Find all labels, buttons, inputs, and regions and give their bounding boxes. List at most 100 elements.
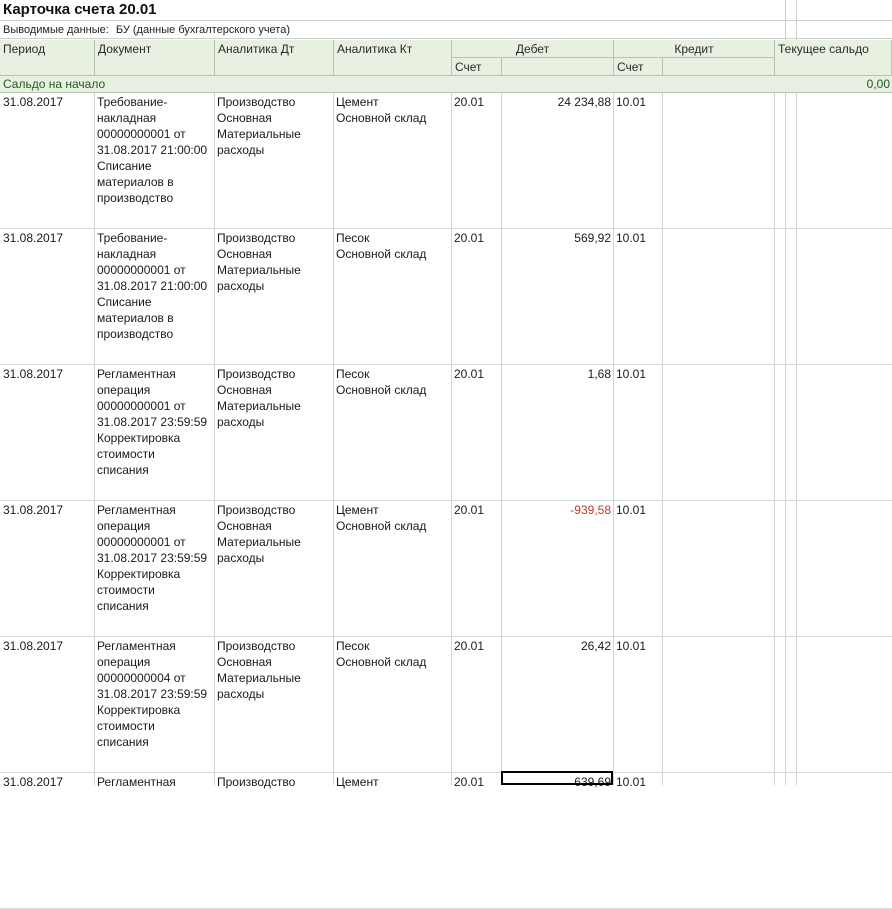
cell-credit-account[interactable]: 10.01	[614, 502, 662, 518]
cell-document-line: материалов в	[97, 175, 174, 189]
cell-debit-amount[interactable]: -939,58	[502, 502, 613, 518]
cell-analytics-kt-line: Цемент	[336, 503, 379, 517]
cell-analytics-dt[interactable]: Производство Основная Материальные расходы	[215, 230, 333, 294]
cell-document[interactable]: Регламентная	[95, 774, 215, 790]
cell-analytics-kt-line: Основной склад	[336, 111, 427, 125]
cell-analytics-kt[interactable]: Цемент Основной склад	[334, 502, 451, 534]
cell-document[interactable]: Регламентная операция 00000000001 от 31.08.…	[95, 502, 215, 614]
cell-analytics-kt[interactable]: Цемент Основной склад	[334, 94, 451, 126]
cell-analytics-dt[interactable]: Производство Основная Материальные расходы	[215, 366, 333, 430]
cell-credit-account[interactable]: 10.01	[614, 638, 662, 654]
table-row[interactable]: 31.08.2017 Регламентная Производство Цемент…	[0, 773, 892, 909]
cell-analytics-dt-line: Производство	[217, 639, 296, 653]
cell-credit-account[interactable]: 10.01	[614, 774, 662, 790]
cell-document-line: Регламентная	[97, 367, 176, 381]
cell-analytics-kt-line: Основной склад	[336, 655, 427, 669]
cell-document-line: накладная	[97, 111, 157, 125]
table-row[interactable]: 31.08.2017 Регламентная операция 0000000000…	[0, 637, 892, 773]
opening-balance-label: Сальдо на начало	[3, 77, 106, 91]
header-debit-amount[interactable]	[502, 58, 614, 76]
cell-analytics-kt[interactable]: Песок Основной склад	[334, 638, 451, 670]
cell-analytics-dt-line: Материальные	[217, 535, 301, 549]
cell-document[interactable]: Требование-накладная 00000000001 от 31.08.…	[95, 230, 215, 342]
cell-analytics-dt-line: Производство	[217, 775, 296, 789]
cell-document-line: Регламентная	[97, 503, 176, 517]
header-document[interactable]: Документ	[95, 40, 215, 76]
cell-debit-amount[interactable]: 569,92	[502, 230, 613, 246]
opening-balance-row[interactable]: Сальдо на начало 0,00	[0, 76, 892, 93]
cell-analytics-dt-line: Производство	[217, 503, 296, 517]
cell-document-line: Корректировка	[97, 431, 181, 445]
cell-analytics-dt-line: расходы	[217, 551, 265, 565]
cell-document-line: стоимости	[97, 447, 155, 461]
cell-document-line: материалов в	[97, 311, 174, 325]
cell-debit-account[interactable]: 20.01	[452, 638, 501, 654]
cell-analytics-kt[interactable]: Песок Основной склад	[334, 366, 451, 398]
cell-credit-account[interactable]: 10.01	[614, 230, 662, 246]
header-debit-account[interactable]: Счет	[452, 58, 502, 76]
cell-document-line: 31.08.2017 23:59:59	[97, 551, 208, 565]
header-debit[interactable]: Дебет	[452, 40, 614, 58]
cell-document-line: операция	[97, 519, 151, 533]
cell-debit-account[interactable]: 20.01	[452, 366, 501, 382]
cell-document-line: 31.08.2017 21:00:00	[97, 279, 208, 293]
cell-debit-amount[interactable]: 1,68	[502, 366, 613, 382]
cell-debit-account[interactable]: 20.01	[452, 94, 501, 110]
cell-debit-amount[interactable]: 26,42	[502, 638, 613, 654]
subtitle-value: БУ (данные бухгалтерского учета)	[115, 24, 291, 36]
cell-period[interactable]: 31.08.2017	[1, 230, 94, 246]
cell-analytics-dt-line: Основная	[217, 247, 272, 261]
cell-document[interactable]: Регламентная операция 00000000004 от 31.08.…	[95, 638, 215, 750]
cell-analytics-kt[interactable]: Песок Основной склад	[334, 230, 451, 262]
cell-document-line: Корректировка	[97, 567, 181, 581]
cell-document[interactable]: Требование-накладная 00000000001 от 31.08.…	[95, 94, 215, 206]
cell-debit-account[interactable]: 20.01	[452, 502, 501, 518]
subtitle-label: Выводимые данные:	[3, 24, 109, 36]
cell-period[interactable]: 31.08.2017	[1, 638, 94, 654]
cell-document-line: 00000000001 от	[97, 399, 186, 413]
cell-debit-amount[interactable]: 24 234,88	[502, 94, 613, 110]
cell-document-line: операция	[97, 655, 151, 669]
table-row[interactable]: 31.08.2017 Требование-накладная 0000000000…	[0, 229, 892, 365]
cell-document-line: Списание	[97, 159, 152, 173]
cell-period[interactable]: 31.08.2017	[1, 774, 94, 790]
table-row[interactable]: 31.08.2017 Регламентная операция 0000000000…	[0, 365, 892, 501]
cell-credit-account[interactable]: 10.01	[614, 366, 662, 382]
cell-period[interactable]: 31.08.2017	[1, 94, 94, 110]
cell-analytics-kt-line: Основной склад	[336, 247, 427, 261]
cell-debit-account[interactable]: 20.01	[452, 230, 501, 246]
opening-balance-value: 0,00	[866, 77, 890, 91]
cell-period[interactable]: 31.08.2017	[1, 366, 94, 382]
grid-line	[785, 0, 786, 40]
cell-analytics-dt[interactable]: Производство Основная Материальные расходы	[215, 638, 333, 702]
cell-analytics-dt[interactable]: Производство Основная Материальные расходы	[215, 94, 333, 158]
selected-cell-cursor[interactable]	[501, 771, 613, 785]
cell-analytics-dt-line: Основная	[217, 111, 272, 125]
cell-period[interactable]: 31.08.2017	[1, 502, 94, 518]
cell-analytics-kt[interactable]: Цемент	[334, 774, 451, 790]
cell-document-line: 00000000001 от	[97, 535, 186, 549]
cell-analytics-kt-line: Цемент	[336, 95, 379, 109]
cell-document-line: производство	[97, 327, 174, 341]
cell-analytics-dt[interactable]: Производство Основная Материальные расходы	[215, 502, 333, 566]
header-credit[interactable]: Кредит	[614, 40, 775, 58]
table-row[interactable]: 31.08.2017 Требование-накладная 0000000000…	[0, 93, 892, 229]
header-credit-account[interactable]: Счет	[614, 58, 663, 76]
header-analytics-dt[interactable]: Аналитика Дт	[215, 40, 334, 76]
header-period[interactable]: Период	[0, 40, 95, 76]
header-analytics-kt[interactable]: Аналитика Кт	[334, 40, 452, 76]
cell-document-line: списания	[97, 599, 149, 613]
cell-analytics-dt-line: расходы	[217, 687, 265, 701]
cell-analytics-dt[interactable]: Производство	[215, 774, 333, 790]
cell-document-line: Регламентная	[97, 775, 176, 789]
cell-analytics-dt-line: Материальные	[217, 671, 301, 685]
cell-document-line: 31.08.2017 23:59:59	[97, 687, 208, 701]
cell-debit-account[interactable]: 20.01	[452, 774, 501, 790]
table-row[interactable]: 31.08.2017 Регламентная операция 0000000000…	[0, 501, 892, 637]
cell-credit-account[interactable]: 10.01	[614, 94, 662, 110]
header-balance[interactable]: Текущее сальдо	[775, 40, 892, 76]
cell-document[interactable]: Регламентная операция 00000000001 от 31.08.…	[95, 366, 215, 478]
cell-analytics-kt-line: Основной склад	[336, 519, 427, 533]
cell-document-line: 00000000001 от	[97, 263, 186, 277]
header-credit-amount[interactable]	[663, 58, 775, 76]
